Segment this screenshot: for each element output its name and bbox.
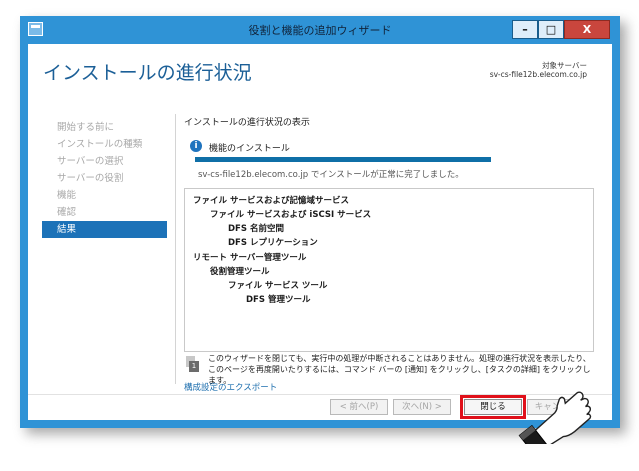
minimize-button[interactable]: – [512, 20, 538, 39]
nav-item-server-selection: サーバーの選択 [57, 156, 124, 167]
nav-item-confirmation: 確認 [57, 207, 77, 218]
wizard-client-area: インストールの進行状況 対象サーバー sv-cs-file12b.elecom.… [28, 44, 612, 444]
target-server-name: sv-cs-file12b.elecom.co.jp [489, 70, 587, 79]
result-item: DFS 管理ツール [246, 295, 311, 305]
result-item: 役割管理ツール [210, 267, 270, 277]
result-item: DFS 名前空間 [228, 224, 284, 234]
feature-install-label: 機能のインストール [209, 144, 290, 154]
previous-button[interactable]: < 前へ(P) [330, 399, 388, 415]
nav-item-before-you-begin: 開始する前に [57, 122, 115, 133]
nav-item-server-roles: サーバーの役割 [57, 173, 124, 184]
nav-item-results[interactable]: 結果 [42, 221, 167, 238]
notification-flag-number: 1 [189, 361, 199, 372]
result-item: ファイル サービス ツール [228, 281, 328, 291]
wizard-window: 役割と機能の追加ウィザード – □ X インストールの進行状況 対象サーバー s… [20, 16, 620, 444]
wizard-nav: 開始する前に インストールの種類 サーバーの選択 サーバーの役割 機能 確認 結… [42, 119, 167, 238]
progress-bar [195, 157, 491, 162]
export-config-link[interactable]: 構成設定のエクスポート [184, 381, 277, 393]
nav-item-features: 機能 [57, 190, 77, 201]
info-icon: i [190, 140, 202, 152]
maximize-button[interactable]: □ [538, 20, 564, 39]
result-item: DFS レプリケーション [228, 238, 318, 248]
results-list[interactable]: ファイル サービスおよび記憶域サービス ファイル サービスおよび iSCSI サ… [184, 188, 594, 352]
nav-divider [175, 114, 176, 384]
result-item: リモート サーバー管理ツール [193, 253, 307, 263]
page-title: インストールの進行状況 [43, 62, 252, 84]
section-heading: インストールの進行状況の表示 [184, 118, 310, 128]
pointing-hand-icon [518, 391, 592, 444]
close-window-button[interactable]: X [564, 20, 610, 39]
result-item: ファイル サービスおよび iSCSI サービス [210, 210, 372, 220]
next-button[interactable]: 次へ(N) > [393, 399, 451, 415]
completion-message: sv-cs-file12b.elecom.co.jp でインストールが正常に完了… [198, 170, 464, 180]
nav-item-installation-type: インストールの種類 [57, 139, 143, 150]
title-bar[interactable]: 役割と機能の追加ウィザード – □ X [20, 16, 620, 44]
notification-flag-icon: 1 [186, 356, 199, 372]
progress-fill [195, 157, 491, 162]
result-item: ファイル サービスおよび記憶域サービス [193, 196, 349, 206]
